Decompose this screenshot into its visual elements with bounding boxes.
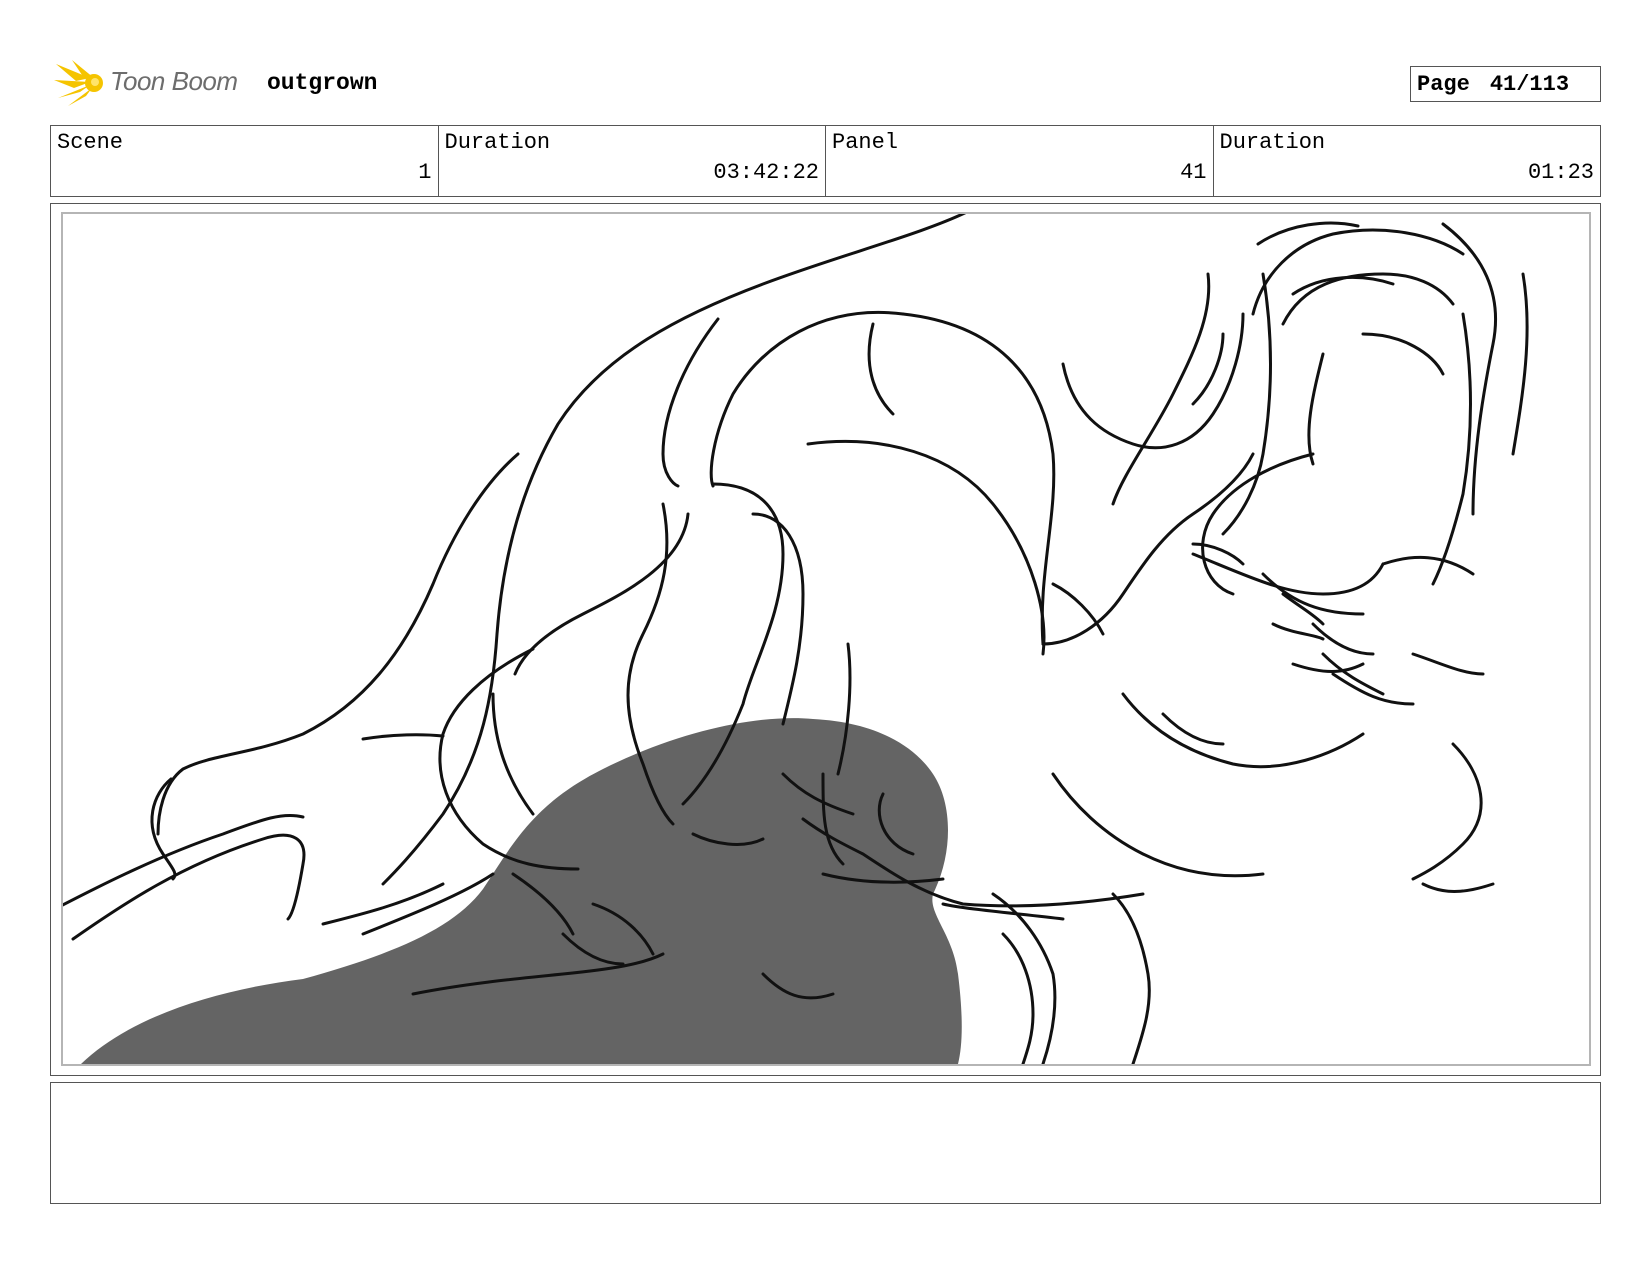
panel-value: 41 xyxy=(1180,160,1207,185)
sketch-drawing xyxy=(63,214,1529,1064)
scene-label: Scene xyxy=(57,130,124,155)
page-number: 41/113 xyxy=(1489,71,1570,97)
flash-icon xyxy=(54,60,103,106)
panel-image xyxy=(61,212,1591,1066)
panel-info-row: Scene 1 Duration 03:42:22 Panel 41 Durat… xyxy=(50,125,1601,197)
scene-cell: Scene 1 xyxy=(51,126,439,196)
project-title: outgrown xyxy=(267,70,378,96)
panel-duration-label: Duration xyxy=(1219,130,1326,155)
scene-duration-cell: Duration 03:42:22 xyxy=(439,126,826,196)
page-label: Page xyxy=(1417,71,1470,97)
storyboard-header: Toon Boom outgrown xyxy=(52,56,1602,112)
scene-duration-value: 03:42:22 xyxy=(713,160,819,185)
panel-cell: Panel 41 xyxy=(826,126,1214,196)
panel-label: Panel xyxy=(832,130,899,155)
panel-duration-cell: Duration 01:23 xyxy=(1214,126,1601,196)
scene-duration-label: Duration xyxy=(444,130,551,155)
toon-boom-logo: Toon Boom xyxy=(54,58,254,108)
shadow-shape xyxy=(81,718,962,1064)
scene-value: 1 xyxy=(418,160,432,185)
panel-duration-value: 01:23 xyxy=(1527,160,1594,185)
panel-notes xyxy=(50,1082,1601,1204)
page-indicator: Page 41/113 xyxy=(1410,66,1601,102)
logo-wordmark: Toon Boom xyxy=(110,66,238,96)
